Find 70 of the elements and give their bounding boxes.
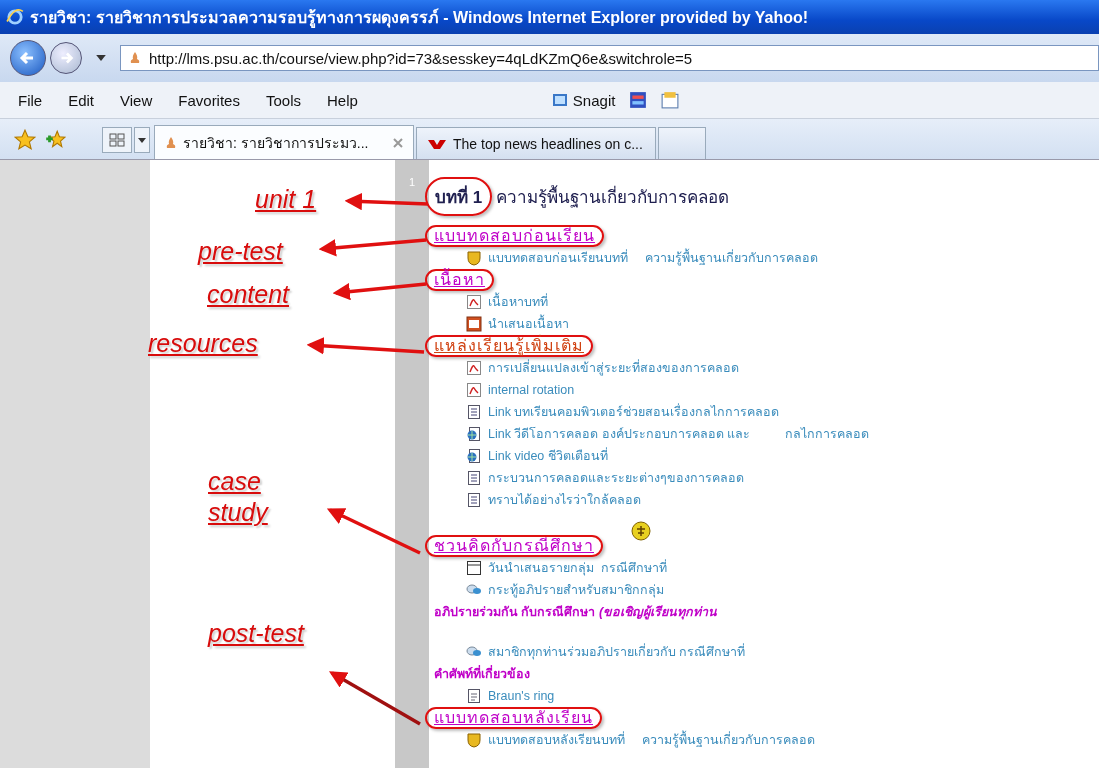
close-icon[interactable] xyxy=(393,137,403,148)
pdf-icon xyxy=(466,382,482,398)
resource-link[interactable]: นำเสนอเนื้อหา xyxy=(488,314,569,334)
window-title: รายวิชา: รายวิชาการประมวลความรอบรู้ทางการผดุงครรภ์ - Windows Internet Explorer provided by Yahoo! xyxy=(30,7,809,30)
section-label[interactable]: ชวนคิดกับกรณีศึกษา xyxy=(434,537,594,555)
back-button[interactable] xyxy=(10,40,46,76)
resource-link[interactable]: การเปลี่ยนแปลงเข้าสู่ระยะที่สองของการคลอด xyxy=(488,358,739,378)
annotation-label: post-test xyxy=(208,618,306,649)
dropdown-caret-icon[interactable] xyxy=(96,55,106,61)
resource-link[interactable]: สมาชิกทุกท่านร่วมอภิปรายเกี่ยวกับ กรณีศึกษาที่ xyxy=(488,642,746,662)
section-title: ความรู้พื้นฐานเกี่ยวกับการคลอด xyxy=(496,184,730,210)
caret-icon xyxy=(138,137,146,143)
resource-link[interactable]: internal rotation xyxy=(488,383,575,397)
resource-link[interactable]: Braun's ring xyxy=(488,689,555,703)
window-icon[interactable] xyxy=(629,91,648,109)
menu-item[interactable]: File xyxy=(18,91,43,109)
quiz-icon xyxy=(466,732,482,748)
menu-item[interactable]: Help xyxy=(327,91,358,109)
help-badge-icon[interactable] xyxy=(631,521,651,541)
pdf-icon xyxy=(466,294,482,310)
resource-link[interactable]: ทราบได้อย่างไรว่าใกล้คลอด xyxy=(488,490,641,510)
pdf-icon xyxy=(466,360,482,376)
browser-tab[interactable]: รายวิชา: รายวิชาการประมว... xyxy=(154,125,414,159)
annotation-label: resources xyxy=(148,328,259,359)
capture-icon xyxy=(551,92,568,108)
address-field[interactable]: http://lms.psu.ac.th/course/view.php?id=73&sesskey=4qLdKZmQ6e&switchrole=5 xyxy=(120,45,1099,71)
resource-link[interactable]: แบบทดสอบก่อนเรียนบทที่ ความรู้พื้นฐานเกี่ยวกับการคลอด xyxy=(488,248,819,268)
annotation-label: unit 1 xyxy=(255,184,318,215)
note-text: คำศัพท์ที่เกี่ยวข้อง xyxy=(434,664,530,683)
resource-link[interactable]: Link บทเรียนคอมพิวเตอร์ช่วยสอนเรื่องกลไกการคลอด xyxy=(488,402,780,422)
menu-item[interactable]: Tools xyxy=(265,91,301,109)
add-favorite-icon[interactable] xyxy=(44,129,66,151)
page-icon xyxy=(129,51,141,65)
web-page-icon xyxy=(466,448,482,464)
resource-link[interactable]: Link video ชีวิตเตือนที่ xyxy=(488,446,608,466)
menu-item[interactable]: View xyxy=(120,91,153,109)
quiz-icon xyxy=(466,250,482,266)
document-icon xyxy=(466,404,482,420)
url-text: http://lms.psu.ac.th/course/view.php?id=73&sesskey=4qLdKZmQ6e&switchrole=5 xyxy=(149,49,693,67)
form-icon xyxy=(466,560,482,576)
annotation-label: content xyxy=(207,279,291,310)
tab-list-button[interactable] xyxy=(134,127,150,153)
browser-tab[interactable]: The top news headlines on c... xyxy=(416,127,656,159)
web-page-icon xyxy=(466,426,482,442)
browser-logo-icon xyxy=(6,8,24,26)
annotation-label: pre-test xyxy=(198,236,285,267)
annotation-label: case study xyxy=(208,466,270,528)
resource-link[interactable]: Link วีดีโอการคลอด องค์ประกอบการคลอด และ กลไกการคลอด xyxy=(488,424,870,444)
slides-icon xyxy=(466,316,482,332)
menu-item[interactable]: Edit xyxy=(68,91,95,109)
document-icon xyxy=(466,492,482,508)
menu-item[interactable]: Favorites xyxy=(178,91,240,109)
resource-link[interactable]: แบบทดสอบหลังเรียนบทที่ ความรู้พื้นฐานเกี่ยวกับการคลอด xyxy=(488,730,816,750)
resource-link[interactable]: วันนำเสนอรายกลุ่ม กรณีศึกษาที่ xyxy=(488,558,667,578)
page-icon xyxy=(165,135,177,150)
site-logo-icon xyxy=(427,137,447,150)
resource-link[interactable]: เนื้อหาบทที่ xyxy=(488,292,548,312)
forward-button[interactable] xyxy=(50,42,82,74)
star-icon[interactable] xyxy=(14,129,36,151)
unit-number: บทที่ 1 xyxy=(435,184,483,209)
section-label[interactable]: แหล่งเรียนรู้เพิ่มเติม xyxy=(434,337,584,355)
resource-link[interactable]: กระบวนการคลอดและระยะต่างๆของการคลอด xyxy=(488,468,744,488)
document-icon xyxy=(466,470,482,486)
section-label[interactable]: แบบทดสอบหลังเรียน xyxy=(434,709,593,727)
resource-link[interactable]: กระทู้อภิปรายสำหรับสมาชิกกลุ่ม xyxy=(488,580,664,600)
section-label[interactable]: แบบทดสอบก่อนเรียน xyxy=(434,227,595,245)
snagit-button[interactable]: Snagit xyxy=(551,91,616,109)
glossary-icon xyxy=(466,688,482,704)
note-text: อภิปรายร่วมกัน กับกรณีศึกษา (ขอเชิญผู้เรียนทุกท่าน xyxy=(434,604,718,622)
grid-icon xyxy=(109,133,125,147)
